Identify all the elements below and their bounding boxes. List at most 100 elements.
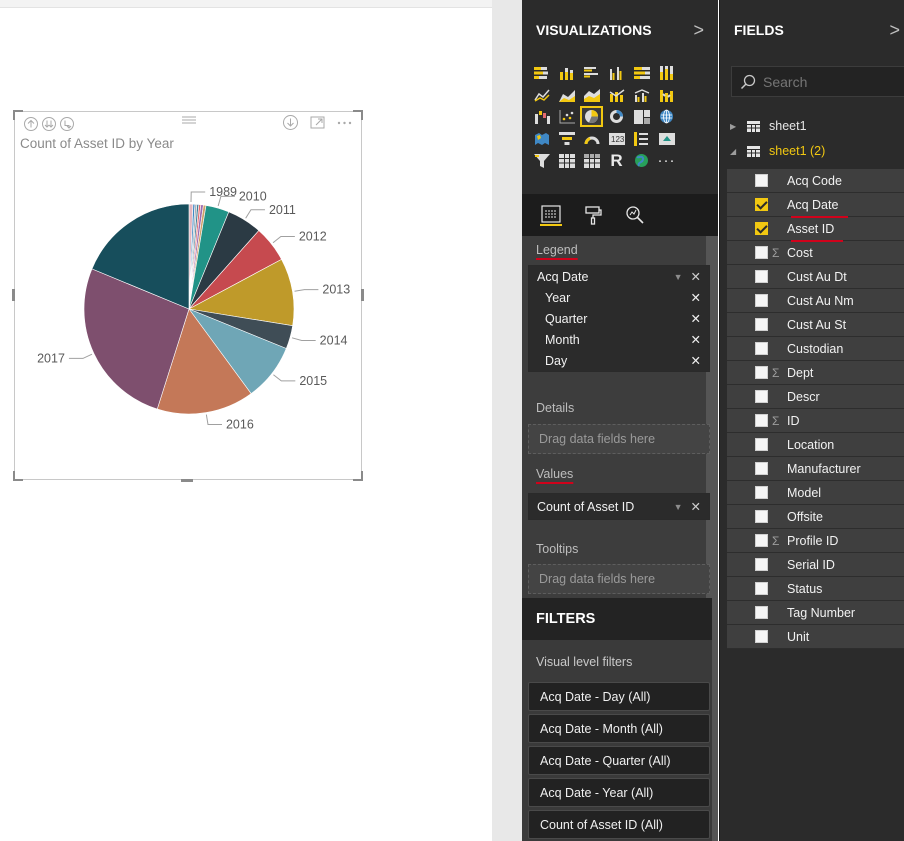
- line-clustered-column-icon[interactable]: [630, 84, 653, 105]
- field-row[interactable]: Σ Profile ID: [727, 529, 904, 553]
- matrix-icon[interactable]: [580, 150, 603, 171]
- details-drop-zone[interactable]: Drag data fields here: [528, 424, 710, 454]
- format-tab[interactable]: [582, 204, 604, 226]
- field-checkbox[interactable]: [755, 606, 768, 619]
- field-checkbox[interactable]: [755, 462, 768, 475]
- chevron-down-icon[interactable]: ▼: [674, 502, 683, 512]
- field-checkbox[interactable]: [755, 390, 768, 403]
- field-row[interactable]: Status: [727, 577, 904, 601]
- legend-subfield-quarter[interactable]: Quarter ✕: [529, 308, 709, 329]
- field-checkbox[interactable]: [755, 174, 768, 187]
- remove-field-button[interactable]: ✕: [691, 353, 701, 368]
- line-stacked-column-icon[interactable]: [605, 84, 628, 105]
- field-row[interactable]: Manufacturer: [727, 457, 904, 481]
- search-input[interactable]: [763, 73, 883, 90]
- stacked-column-chart-icon[interactable]: [555, 62, 578, 83]
- field-row[interactable]: Serial ID: [727, 553, 904, 577]
- field-row[interactable]: Cust Au Dt: [727, 265, 904, 289]
- treemap-icon[interactable]: [630, 106, 653, 127]
- remove-field-button[interactable]: ✕: [691, 311, 701, 326]
- field-row[interactable]: Acq Code: [727, 169, 904, 193]
- field-checkbox[interactable]: [755, 342, 768, 355]
- legend-field-acq-date[interactable]: Acq Date ▼ ✕: [529, 266, 709, 287]
- remove-field-button[interactable]: ✕: [691, 499, 701, 514]
- chevron-down-icon[interactable]: ▼: [674, 272, 683, 282]
- field-row[interactable]: Acq Date: [727, 193, 904, 217]
- field-row[interactable]: Custodian: [727, 337, 904, 361]
- fields-search-box[interactable]: [731, 66, 904, 97]
- field-checkbox[interactable]: [755, 222, 768, 235]
- field-row[interactable]: Asset ID: [727, 217, 904, 241]
- collapse-fields-button[interactable]: >: [889, 20, 900, 41]
- 100-percent-column-chart-icon[interactable]: [655, 62, 678, 83]
- remove-field-button[interactable]: ✕: [691, 290, 701, 305]
- stacked-bar-chart-icon[interactable]: [530, 62, 553, 83]
- field-checkbox[interactable]: [755, 318, 768, 331]
- field-row[interactable]: Location: [727, 433, 904, 457]
- pie-chart-icon[interactable]: [580, 106, 603, 127]
- filled-map-icon[interactable]: [530, 128, 553, 149]
- collapse-visualizations-button[interactable]: >: [693, 20, 704, 41]
- pie-chart-visual[interactable]: Count of Asset ID by Year 1989 2010 2011 20…: [12, 110, 364, 482]
- filter-acq-date-year[interactable]: Acq Date - Year (All): [528, 778, 710, 807]
- field-checkbox[interactable]: [755, 366, 768, 379]
- pie-chart[interactable]: 1989 20102011201220132014201520162017: [15, 112, 363, 481]
- more-visuals-button[interactable]: ···: [655, 150, 678, 171]
- field-checkbox[interactable]: [755, 294, 768, 307]
- filter-acq-date-day[interactable]: Acq Date - Day (All): [528, 682, 710, 711]
- table-sheet1-2[interactable]: ◢ sheet1 (2): [730, 144, 825, 158]
- area-chart-icon[interactable]: [555, 84, 578, 105]
- field-row[interactable]: Descr: [727, 385, 904, 409]
- gauge-icon[interactable]: [580, 128, 603, 149]
- waterfall-chart-icon[interactable]: [530, 106, 553, 127]
- field-checkbox[interactable]: [755, 558, 768, 571]
- donut-chart-icon[interactable]: [605, 106, 628, 127]
- stacked-area-chart-icon[interactable]: [580, 84, 603, 105]
- legend-well[interactable]: Acq Date ▼ ✕ Year ✕ Quarter ✕ Month ✕ Day ✕: [528, 265, 710, 372]
- clustered-column-chart-icon[interactable]: [605, 62, 628, 83]
- funnel-icon[interactable]: [555, 128, 578, 149]
- field-checkbox[interactable]: [755, 582, 768, 595]
- field-row[interactable]: Model: [727, 481, 904, 505]
- field-checkbox[interactable]: [755, 438, 768, 451]
- r-visual-icon[interactable]: R: [605, 150, 628, 171]
- filter-acq-date-month[interactable]: Acq Date - Month (All): [528, 714, 710, 743]
- line-chart-icon[interactable]: [530, 84, 553, 105]
- field-row[interactable]: Cust Au Nm: [727, 289, 904, 313]
- field-row[interactable]: Unit: [727, 625, 904, 649]
- table-icon[interactable]: [555, 150, 578, 171]
- fields-tab[interactable]: [540, 204, 562, 226]
- field-checkbox[interactable]: [755, 630, 768, 643]
- field-checkbox[interactable]: [755, 246, 768, 259]
- scatter-chart-icon[interactable]: [555, 106, 578, 127]
- legend-subfield-month[interactable]: Month ✕: [529, 329, 709, 350]
- remove-field-button[interactable]: ✕: [691, 332, 701, 347]
- analytics-tab[interactable]: [624, 204, 646, 226]
- card-icon[interactable]: 123: [605, 128, 628, 149]
- filter-acq-date-quarter[interactable]: Acq Date - Quarter (All): [528, 746, 710, 775]
- ribbon-chart-icon[interactable]: [655, 84, 678, 105]
- kpi-icon[interactable]: [655, 128, 678, 149]
- clustered-bar-chart-icon[interactable]: [580, 62, 603, 83]
- pane-scrollbar[interactable]: [712, 236, 718, 841]
- field-checkbox[interactable]: [755, 414, 768, 427]
- field-row[interactable]: Σ Dept: [727, 361, 904, 385]
- globe-map-icon[interactable]: [630, 150, 653, 171]
- field-row[interactable]: Tag Number: [727, 601, 904, 625]
- filter-count-asset-id[interactable]: Count of Asset ID (All): [528, 810, 710, 839]
- field-checkbox[interactable]: [755, 198, 768, 211]
- map-icon[interactable]: [655, 106, 678, 127]
- legend-subfield-day[interactable]: Day ✕: [529, 350, 709, 371]
- expand-triangle-icon[interactable]: ▶: [730, 122, 738, 131]
- slicer-icon[interactable]: [530, 150, 553, 171]
- 100-percent-bar-chart-icon[interactable]: [630, 62, 653, 83]
- remove-field-button[interactable]: ✕: [691, 269, 701, 284]
- table-sheet1[interactable]: ▶ sheet1: [730, 119, 807, 133]
- field-checkbox[interactable]: [755, 510, 768, 523]
- field-checkbox[interactable]: [755, 534, 768, 547]
- field-row[interactable]: Σ ID: [727, 409, 904, 433]
- collapse-triangle-icon[interactable]: ◢: [730, 147, 738, 156]
- field-row[interactable]: Offsite: [727, 505, 904, 529]
- field-checkbox[interactable]: [755, 270, 768, 283]
- values-field-count-asset-id[interactable]: Count of Asset ID ▼ ✕: [529, 494, 709, 519]
